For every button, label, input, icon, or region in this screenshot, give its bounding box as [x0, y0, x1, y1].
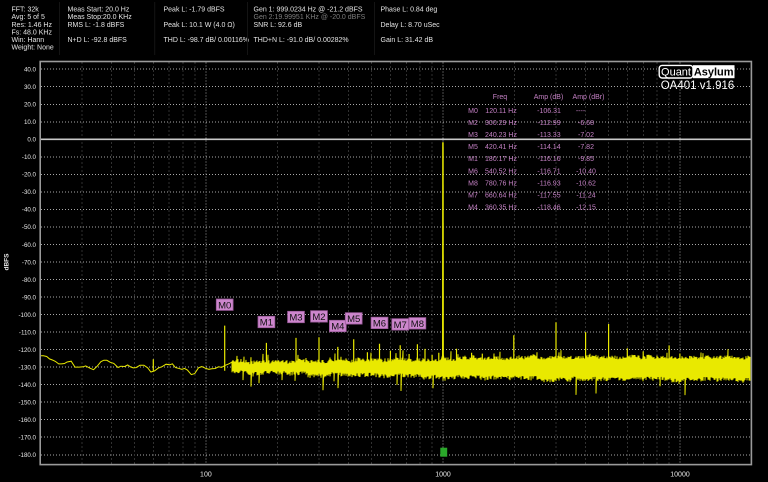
svg-text:THD+N L: -91.0 dB/ 0.00282%: THD+N L: -91.0 dB/ 0.00282% — [254, 37, 349, 44]
svg-text:M1: M1 — [468, 156, 478, 163]
svg-text:-9.85: -9.85 — [578, 156, 594, 163]
svg-text:Freq: Freq — [493, 94, 508, 101]
svg-text:Phase L: 0.84 deg: Phase L: 0.84 deg — [381, 7, 438, 14]
svg-text:-180.0: -180.0 — [18, 452, 36, 459]
svg-text:Meas Stop:20.0 KHz: Meas Stop:20.0 KHz — [68, 14, 133, 21]
svg-text:-100.0: -100.0 — [18, 312, 36, 319]
svg-text:M8: M8 — [468, 180, 478, 187]
svg-text:-113.33: -113.33 — [537, 132, 560, 139]
svg-text:M7: M7 — [394, 320, 407, 331]
svg-text:-90.0: -90.0 — [22, 294, 37, 301]
svg-text:10000: 10000 — [670, 472, 690, 479]
svg-text:-12.15: -12.15 — [576, 205, 596, 212]
svg-text:780.76 Hz: 780.76 Hz — [485, 180, 517, 187]
svg-text:-30.0: -30.0 — [22, 189, 37, 196]
svg-text:-118.46: -118.46 — [537, 205, 560, 212]
svg-text:120.11 Hz: 120.11 Hz — [485, 108, 517, 115]
svg-text:dBFS: dBFS — [4, 253, 11, 271]
svg-text:-10.0: -10.0 — [22, 154, 37, 161]
svg-text:-150.0: -150.0 — [18, 400, 36, 407]
svg-text:M8: M8 — [411, 319, 424, 330]
svg-text:10.0: 10.0 — [24, 119, 37, 126]
svg-text:M2: M2 — [468, 120, 478, 127]
svg-text:-160.0: -160.0 — [18, 417, 36, 424]
svg-text:-7.82: -7.82 — [578, 144, 594, 151]
svg-text:RMS L: -1.8 dBFS: RMS L: -1.8 dBFS — [68, 22, 125, 29]
svg-text:THD L: -98.7 dB/ 0.00116%: THD L: -98.7 dB/ 0.00116% — [164, 37, 249, 44]
svg-text:Res: 1.46 Hz: Res: 1.46 Hz — [12, 22, 53, 29]
svg-text:Peak L: 10.1 W (4.0 Ω): Peak L: 10.1 W (4.0 Ω) — [164, 22, 235, 29]
svg-text:Delay L: 8.70 uSec: Delay L: 8.70 uSec — [381, 22, 441, 29]
svg-text:240.23 Hz: 240.23 Hz — [485, 132, 517, 139]
svg-text:N+D L: -92.8 dBFS: N+D L: -92.8 dBFS — [68, 37, 128, 44]
svg-text:SNR L: 92.6 dB: SNR L: 92.6 dB — [254, 22, 303, 29]
svg-text:-106.31: -106.31 — [537, 108, 561, 115]
svg-text:-6.68: -6.68 — [578, 120, 594, 127]
svg-text:M3: M3 — [468, 132, 478, 139]
svg-text:-112.99: -112.99 — [537, 120, 560, 127]
svg-text:-117.55: -117.55 — [537, 193, 560, 200]
svg-text:360.35 Hz: 360.35 Hz — [485, 205, 517, 212]
svg-text:M0: M0 — [218, 300, 231, 311]
svg-text:300.29 Hz: 300.29 Hz — [485, 120, 517, 127]
svg-text:-10.40: -10.40 — [576, 168, 596, 175]
svg-text:0.0: 0.0 — [27, 137, 36, 144]
svg-text:30.0: 30.0 — [24, 84, 37, 91]
svg-text:-80.0: -80.0 — [22, 277, 37, 284]
svg-text:Meas Start: 20.0 Hz: Meas Start: 20.0 Hz — [68, 7, 130, 14]
svg-text:-20.0: -20.0 — [22, 172, 37, 179]
svg-text:OA401 v1.916: OA401 v1.916 — [661, 80, 735, 92]
svg-text:M1: M1 — [260, 318, 273, 329]
svg-text:M4: M4 — [331, 322, 344, 333]
svg-text:-116.71: -116.71 — [537, 168, 560, 175]
svg-text:M7: M7 — [468, 193, 478, 200]
svg-text:M3: M3 — [289, 313, 302, 324]
svg-text:-120.0: -120.0 — [18, 347, 36, 354]
svg-text:FFT: 32k: FFT: 32k — [12, 7, 40, 14]
svg-text:M6: M6 — [468, 168, 478, 175]
svg-text:-50.0: -50.0 — [22, 224, 37, 231]
svg-text:-170.0: -170.0 — [18, 435, 36, 442]
svg-text:Gen 1: 999.0234 Hz @ -21.2 dB: Gen 1: 999.0234 Hz @ -21.2 dBFS — [254, 7, 363, 14]
svg-text:-110.0: -110.0 — [19, 329, 37, 336]
svg-text:M2: M2 — [312, 312, 325, 323]
svg-text:M6: M6 — [373, 319, 386, 330]
svg-text:100: 100 — [200, 472, 212, 479]
svg-text:M4: M4 — [468, 205, 478, 212]
svg-text:Avg: 5 of 5: Avg: 5 of 5 — [12, 14, 45, 21]
svg-text:M0: M0 — [468, 108, 478, 115]
svg-text:660.64 Hz: 660.64 Hz — [485, 193, 517, 200]
svg-text:-116.16: -116.16 — [537, 156, 560, 163]
svg-text:-114.14: -114.14 — [537, 144, 560, 151]
svg-text:-60.0: -60.0 — [22, 242, 37, 249]
svg-text:M5: M5 — [468, 144, 478, 151]
svg-text:Weight: None: Weight: None — [12, 45, 54, 52]
svg-text:-10.62: -10.62 — [576, 180, 596, 187]
svg-text:Asylum: Asylum — [694, 67, 734, 79]
svg-text:40.0: 40.0 — [24, 67, 37, 74]
svg-text:420.41 Hz: 420.41 Hz — [485, 144, 517, 151]
svg-text:Amp (dBr): Amp (dBr) — [573, 94, 605, 101]
svg-text:-70.0: -70.0 — [22, 259, 37, 266]
svg-text:M5: M5 — [347, 314, 360, 325]
svg-text:----: ---- — [576, 108, 586, 115]
svg-text:180.17 Hz: 180.17 Hz — [485, 156, 517, 163]
svg-text:Amp (dB): Amp (dB) — [534, 94, 564, 101]
svg-text:-116.93: -116.93 — [537, 180, 560, 187]
svg-text:-130.0: -130.0 — [18, 364, 36, 371]
svg-text:Fs: 48.0 KHz: Fs: 48.0 KHz — [12, 29, 53, 36]
svg-text:540.52 Hz: 540.52 Hz — [485, 168, 517, 175]
svg-text:20.0: 20.0 — [24, 102, 37, 109]
svg-text:Peak L: -1.79 dBFS: Peak L: -1.79 dBFS — [164, 7, 225, 14]
svg-text:Gen 2:19.99951 KHz @ -20.0 dB: Gen 2:19.99951 KHz @ -20.0 dBFS — [254, 14, 366, 21]
svg-text:Gain L: 31.42 dB: Gain L: 31.42 dB — [381, 37, 434, 44]
svg-text:-11.24: -11.24 — [576, 193, 595, 200]
svg-text:Win: Hann: Win: Hann — [12, 37, 45, 44]
svg-text:-7.02: -7.02 — [578, 132, 594, 139]
svg-text:-40.0: -40.0 — [22, 207, 37, 214]
svg-text:Quant: Quant — [661, 66, 691, 78]
svg-text:1000: 1000 — [435, 472, 451, 479]
svg-text:-140.0: -140.0 — [18, 382, 36, 389]
